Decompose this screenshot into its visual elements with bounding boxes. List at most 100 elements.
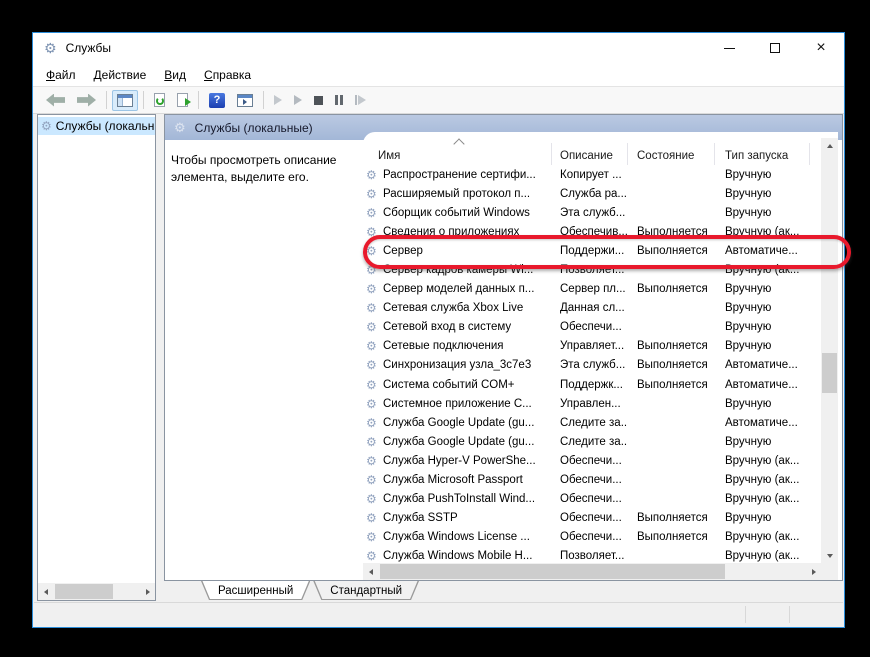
scroll-right-button[interactable] (806, 563, 821, 580)
service-description-cell: Обеспечи... (552, 531, 628, 543)
refresh-button[interactable] (149, 89, 170, 111)
service-startup-type-cell: Вручную (715, 207, 810, 219)
service-name: Распространение сертифи... (383, 169, 536, 181)
stop-service-button[interactable] (309, 92, 328, 109)
minimize-button[interactable] (706, 33, 752, 63)
column-header-description[interactable]: Описание (552, 143, 628, 165)
tab-extended-label: Расширенный (218, 585, 293, 597)
table-row[interactable]: ⚙Служба Google Update (gu...Следите за..… (363, 413, 821, 432)
table-row[interactable]: ⚙СерверПоддержи...ВыполняетсяАвтоматиче.… (363, 241, 821, 260)
status-bar-separator (745, 606, 746, 623)
list-vscroll-track[interactable] (821, 153, 838, 548)
maximize-icon (770, 43, 780, 53)
service-name: Сведения о приложениях (383, 226, 519, 238)
menu-help[interactable]: Справка (195, 66, 260, 84)
column-header-startup-type[interactable]: Тип запуска (715, 143, 810, 165)
list-vertical-scrollbar[interactable] (821, 138, 838, 563)
scrollbar-corner (821, 563, 838, 580)
list-hscroll-track[interactable] (378, 563, 806, 580)
table-row[interactable]: ⚙Сетевые подключенияУправляет...Выполняе… (363, 337, 821, 356)
table-row[interactable]: ⚙Служба PushToInstall Wind...Обеспечи...… (363, 490, 821, 509)
service-description-cell: Эта служб... (552, 207, 628, 219)
menu-view-label: ид (172, 68, 186, 82)
column-header-status[interactable]: Состояние (628, 143, 715, 165)
help-button[interactable]: ? (204, 89, 230, 112)
service-name: Сборщик событий Windows (383, 207, 530, 219)
service-gear-icon: ⚙ (366, 301, 379, 315)
service-name: Системное приложение C... (383, 398, 532, 410)
table-row[interactable]: ⚙Сервер моделей данных п...Сервер пл...В… (363, 280, 821, 299)
scroll-right-button[interactable] (140, 583, 155, 600)
table-row[interactable]: ⚙Сетевой вход в системуОбеспечи...Вручну… (363, 318, 821, 337)
scroll-down-button[interactable] (821, 548, 838, 563)
title-bar[interactable]: ⚙ Службы × (33, 33, 844, 63)
service-description-cell: Управлен... (552, 398, 628, 410)
menu-file[interactable]: Файл (37, 66, 85, 84)
table-row[interactable]: ⚙Служба SSTPОбеспечи...ВыполняетсяВручну… (363, 509, 821, 528)
scroll-down-icon (827, 554, 833, 558)
tree-scroll-track[interactable] (53, 583, 140, 600)
menu-action[interactable]: Действие (85, 66, 156, 84)
column-header-status-label: Состояние (637, 150, 694, 162)
service-name-cell: ⚙Расширяемый протокол п... (363, 187, 552, 201)
table-row[interactable]: ⚙Служба Hyper-V PowerShe...Обеспечи...Вр… (363, 451, 821, 470)
service-name-cell: ⚙Служба SSTP (363, 511, 552, 525)
table-row[interactable]: ⚙Служба Microsoft PassportОбеспечи...Вру… (363, 471, 821, 490)
list-header: Имя Описание Состояние Тип запуска (363, 138, 821, 165)
service-name-cell: ⚙Сервер моделей данных п... (363, 282, 552, 296)
service-description-cell: Следите за... (552, 417, 628, 429)
tab-extended[interactable]: Расширенный (201, 581, 310, 600)
window-title: Службы (66, 41, 111, 55)
export-list-button[interactable] (172, 89, 193, 111)
action-pane-icon (237, 94, 253, 107)
table-row[interactable]: ⚙ Сборщик событий Windows Эта служб... Вруч… (363, 203, 821, 222)
table-row[interactable]: ⚙Служба Windows Mobile H...Позволяет...В… (363, 547, 821, 563)
tree-horizontal-scrollbar[interactable] (38, 583, 155, 600)
table-row[interactable]: ⚙Синхронизация узла_3c7e3Эта служб...Вып… (363, 356, 821, 375)
tree-scroll-thumb[interactable] (55, 584, 113, 599)
table-row[interactable]: ⚙Сетевая служба Xbox LiveДанная сл...Вру… (363, 299, 821, 318)
service-startup-type-cell: Автоматиче... (715, 379, 810, 391)
forward-button[interactable] (72, 90, 101, 111)
table-row[interactable]: ⚙Распространение сертифи...Копирует ...В… (363, 165, 821, 184)
table-row[interactable]: ⚙Система событий COM+Поддержк...Выполняе… (363, 375, 821, 394)
scroll-right-icon (812, 569, 816, 575)
close-icon: × (816, 40, 825, 56)
resume-service-button[interactable] (289, 91, 307, 109)
pause-service-button[interactable] (330, 91, 348, 109)
service-name-cell: ⚙Системное приложение C... (363, 397, 552, 411)
table-row[interactable]: ⚙Служба Windows License ...Обеспечи...Вы… (363, 528, 821, 547)
table-row[interactable]: ⚙Служба Google Update (gu...Следите за..… (363, 432, 821, 451)
service-gear-icon: ⚙ (366, 492, 379, 506)
scroll-left-button[interactable] (363, 563, 378, 580)
service-startup-type-cell: Автоматиче... (715, 359, 810, 371)
scroll-left-icon (369, 569, 373, 575)
close-button[interactable]: × (798, 33, 844, 63)
service-name: Сетевые подключения (383, 340, 504, 352)
show-action-pane-button[interactable] (232, 90, 258, 111)
table-row[interactable]: ⚙Расширяемый протокол п...Служба ра...Вр… (363, 184, 821, 203)
table-row[interactable]: ⚙Сервер кадров камеры Wi...Позволяет...В… (363, 260, 821, 279)
details-header-title: Службы (локальные) (195, 121, 313, 135)
list-hscroll-thumb[interactable] (380, 564, 725, 579)
maximize-button[interactable] (752, 33, 798, 63)
tree-item-services[interactable]: ⚙ Службы (локальные) (38, 117, 155, 135)
list-vscroll-thumb[interactable] (822, 353, 837, 393)
start-service-button[interactable] (269, 91, 287, 109)
back-button[interactable] (41, 90, 70, 111)
status-bar-separator (789, 606, 790, 623)
menu-view[interactable]: Вид (155, 66, 195, 84)
sort-ascending-icon (455, 140, 464, 149)
service-description-cell: Служба ра... (552, 188, 628, 200)
service-description-cell: Обеспечи... (552, 474, 628, 486)
scroll-left-button[interactable] (38, 583, 53, 600)
table-row[interactable]: ⚙Сведения о приложенияхОбеспечив...Выпол… (363, 222, 821, 241)
service-name-cell: ⚙Сетевая служба Xbox Live (363, 301, 552, 315)
service-gear-icon: ⚙ (366, 206, 379, 220)
table-row[interactable]: ⚙Системное приложение C...Управлен...Вру… (363, 394, 821, 413)
scroll-up-button[interactable] (821, 138, 838, 153)
show-console-tree-button[interactable] (112, 90, 138, 111)
restart-service-button[interactable] (350, 91, 371, 109)
tab-standard[interactable]: Стандартный (313, 581, 419, 600)
list-horizontal-scrollbar[interactable] (363, 563, 821, 580)
